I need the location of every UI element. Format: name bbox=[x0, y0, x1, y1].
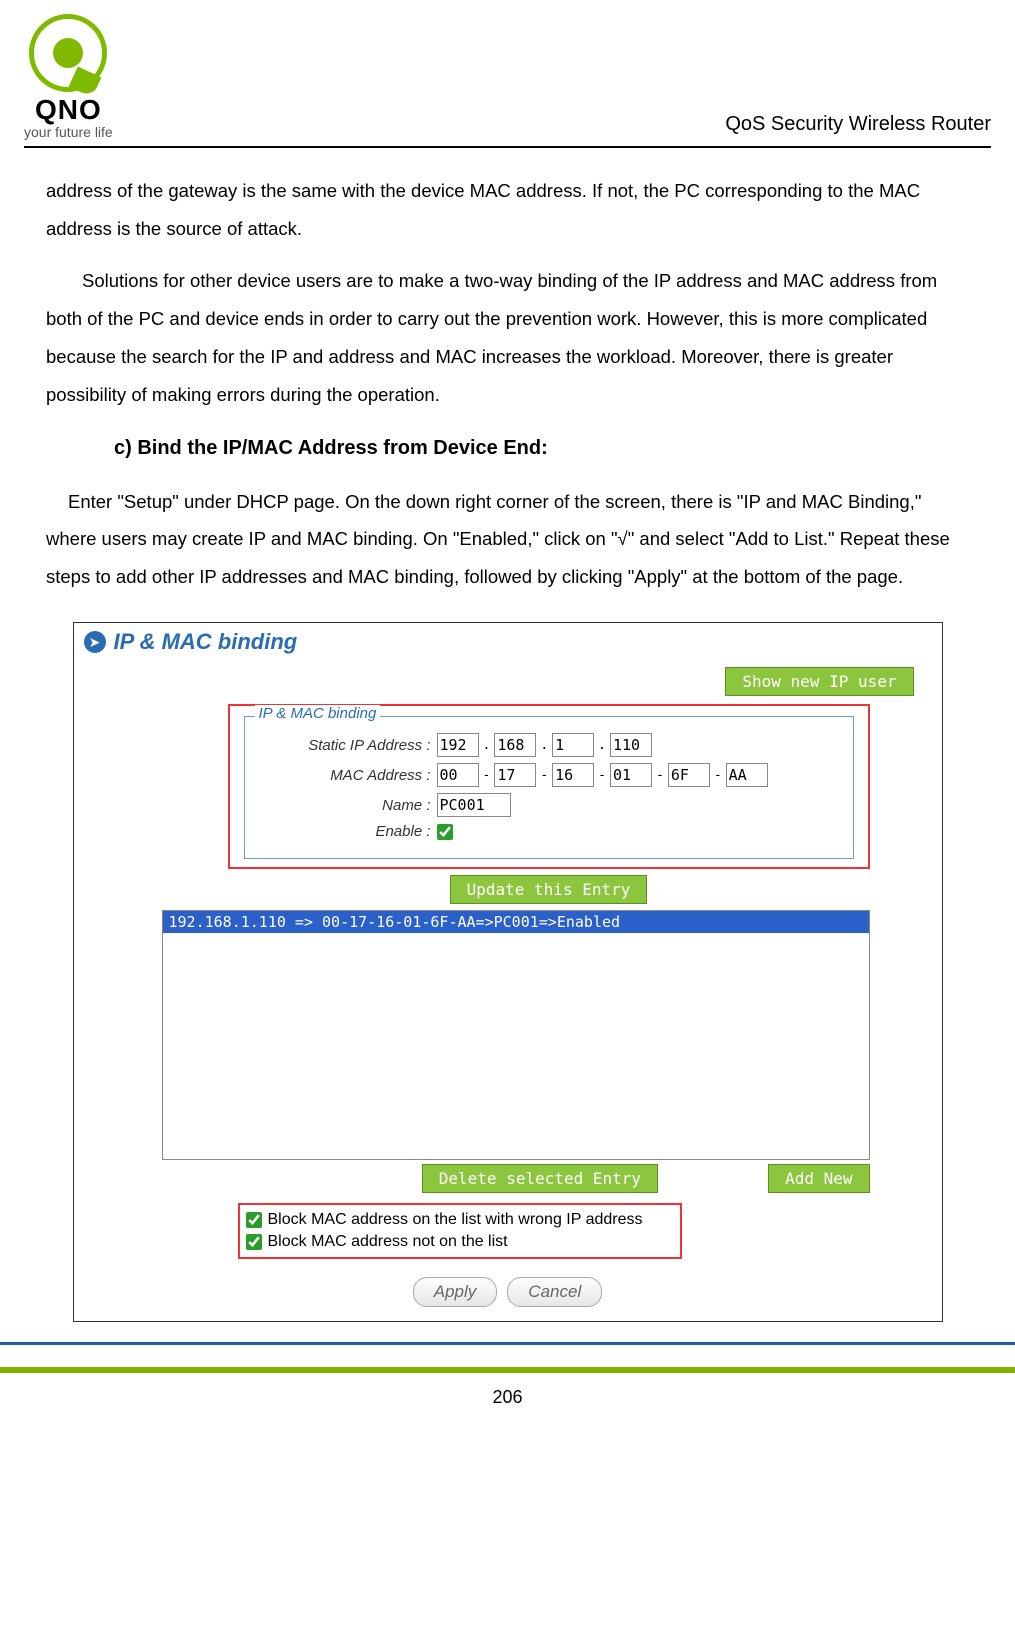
block-not-on-list-label: Block MAC address not on the list bbox=[268, 1233, 508, 1251]
cancel-button[interactable]: Cancel bbox=[507, 1277, 602, 1307]
paragraph-2: Solutions for other device users are to … bbox=[46, 262, 969, 414]
paragraph-3: Enter "Setup" under DHCP page. On the do… bbox=[46, 483, 969, 597]
router-ui-panel: ➤ IP & MAC binding Show new IP user IP &… bbox=[73, 622, 943, 1322]
mac-octet-3-input[interactable] bbox=[552, 763, 594, 787]
show-new-ip-user-button[interactable]: Show new IP user bbox=[725, 667, 913, 696]
subheading-c: c) Bind the IP/MAC Address from Device E… bbox=[46, 428, 969, 469]
update-entry-button[interactable]: Update this Entry bbox=[450, 875, 648, 904]
mac-octet-2-input[interactable] bbox=[494, 763, 536, 787]
mac-octet-4-input[interactable] bbox=[610, 763, 652, 787]
ip-octet-4-input[interactable] bbox=[610, 733, 652, 757]
block-not-on-list-checkbox[interactable] bbox=[246, 1234, 262, 1250]
ip-octet-2-input[interactable] bbox=[494, 733, 536, 757]
ip-octet-3-input[interactable] bbox=[552, 733, 594, 757]
mac-octet-5-input[interactable] bbox=[668, 763, 710, 787]
delete-entry-button[interactable]: Delete selected Entry bbox=[422, 1164, 658, 1193]
list-item[interactable]: 192.168.1.110 => 00-17-16-01-6F-AA=>PC00… bbox=[163, 911, 869, 933]
static-ip-label: Static IP Address : bbox=[257, 737, 437, 754]
enable-checkbox[interactable] bbox=[437, 824, 453, 840]
fieldset-legend: IP & MAC binding bbox=[255, 705, 381, 722]
ip-octet-1-input[interactable] bbox=[437, 733, 479, 757]
doc-title: QoS Security Wireless Router bbox=[725, 113, 991, 140]
binding-form-highlight: IP & MAC binding Static IP Address : . .… bbox=[228, 704, 870, 869]
arrow-right-icon: ➤ bbox=[84, 631, 106, 653]
binding-list[interactable]: 192.168.1.110 => 00-17-16-01-6F-AA=>PC00… bbox=[162, 910, 870, 1160]
brand-tagline: your future life bbox=[24, 124, 113, 140]
name-input[interactable] bbox=[437, 793, 511, 817]
mac-octet-6-input[interactable] bbox=[726, 763, 768, 787]
qno-logo-icon bbox=[29, 14, 107, 92]
apply-button[interactable]: Apply bbox=[413, 1277, 498, 1307]
brand-name: QNO bbox=[35, 94, 102, 126]
block-wrong-ip-label: Block MAC address on the list with wrong… bbox=[268, 1211, 643, 1229]
section-title: IP & MAC binding bbox=[114, 629, 298, 655]
brand-logo-block: QNO your future life bbox=[24, 14, 113, 140]
paragraph-1: address of the gateway is the same with … bbox=[46, 172, 969, 248]
mac-octet-1-input[interactable] bbox=[437, 763, 479, 787]
block-options-highlight: Block MAC address on the list with wrong… bbox=[238, 1203, 682, 1259]
name-label: Name : bbox=[257, 797, 437, 814]
mac-label: MAC Address : bbox=[257, 767, 437, 784]
enable-label: Enable : bbox=[257, 823, 437, 840]
block-wrong-ip-checkbox[interactable] bbox=[246, 1212, 262, 1228]
add-new-button[interactable]: Add New bbox=[768, 1164, 869, 1193]
page-number: 206 bbox=[0, 1373, 1015, 1422]
footer-rule-blue bbox=[0, 1342, 1015, 1345]
